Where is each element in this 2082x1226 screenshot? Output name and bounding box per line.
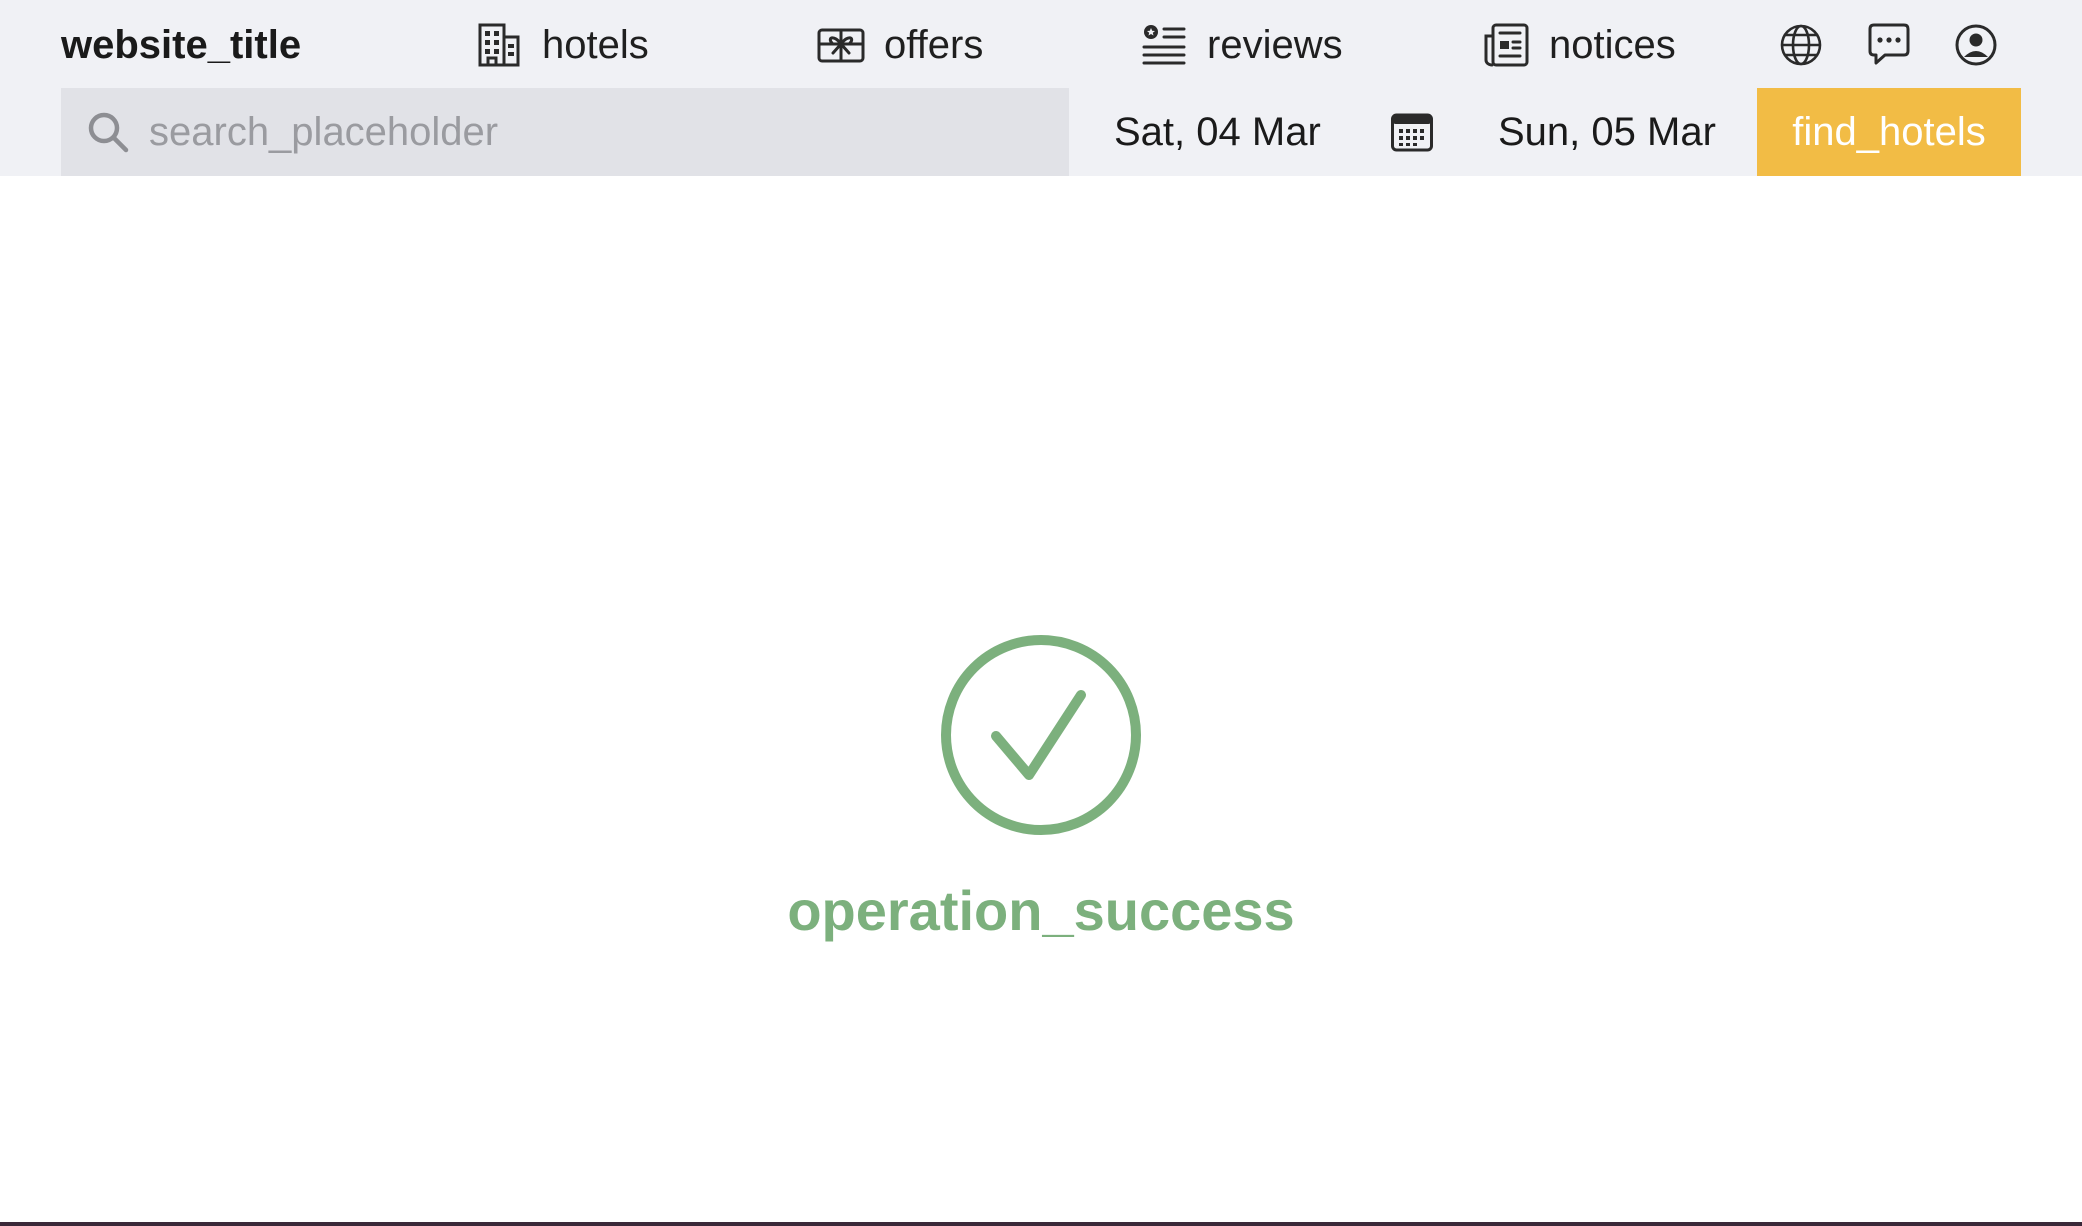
header: website_title hotels offers reviews noti… (0, 0, 2082, 176)
check-circle-icon (940, 634, 1142, 836)
checkout-date[interactable]: Sun, 05 Mar (1498, 104, 1716, 160)
find-hotels-button[interactable]: find_hotels (1757, 88, 2021, 176)
search-icon (85, 109, 131, 155)
search-input[interactable] (149, 102, 1029, 162)
site-title[interactable]: website_title (61, 20, 301, 70)
account-icon[interactable] (1951, 20, 2001, 70)
nav-hotels-label: hotels (542, 23, 649, 67)
gift-icon (816, 20, 866, 70)
page: website_title hotels offers reviews noti… (0, 0, 2082, 1226)
window-bottom-edge (0, 1222, 2082, 1226)
nav-hotels[interactable]: hotels (474, 18, 649, 72)
checkin-date[interactable]: Sat, 04 Mar (1114, 104, 1321, 160)
nav-reviews-label: reviews (1207, 23, 1343, 67)
nav-offers[interactable]: offers (816, 18, 983, 72)
success-message: operation_success (787, 879, 1295, 942)
reviews-list-icon (1139, 20, 1189, 70)
chat-icon[interactable] (1864, 20, 1914, 70)
nav-offers-label: offers (884, 23, 984, 67)
nav-reviews[interactable]: reviews (1139, 18, 1343, 72)
newspaper-icon (1481, 20, 1531, 70)
calendar-icon[interactable] (1388, 108, 1436, 156)
nav-notices-label: notices (1549, 23, 1676, 67)
building-icon (474, 20, 524, 70)
search-box (61, 88, 1069, 176)
globe-icon[interactable] (1776, 20, 1826, 70)
nav-notices[interactable]: notices (1481, 18, 1676, 72)
